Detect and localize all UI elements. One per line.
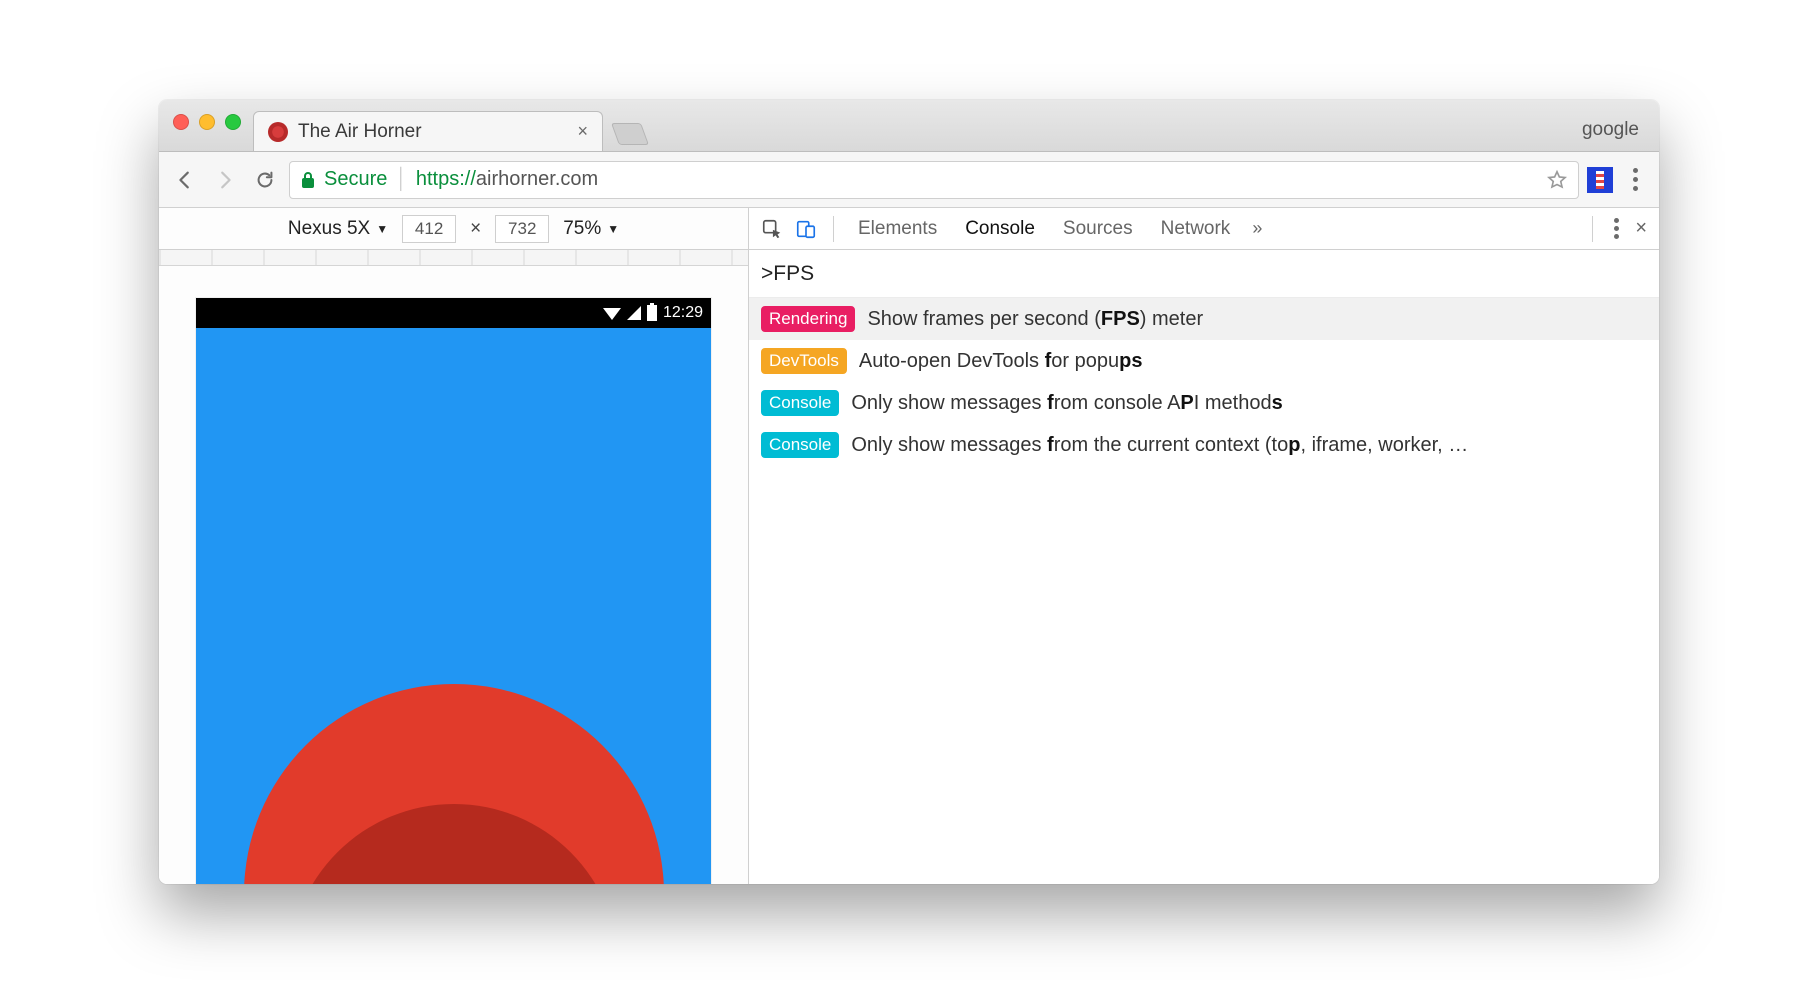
- maximize-window-button[interactable]: [225, 114, 241, 130]
- reload-button[interactable]: [249, 164, 281, 196]
- command-label: Auto-open DevTools for popups: [859, 350, 1647, 373]
- devtools-tabbar: Elements Console Sources Network » ×: [749, 208, 1659, 250]
- command-menu-input[interactable]: >FPS: [749, 250, 1659, 298]
- command-result[interactable]: DevTools Auto-open DevTools for popups: [749, 340, 1659, 382]
- divider: [1592, 216, 1593, 242]
- chevron-down-icon: ▼: [607, 222, 619, 236]
- bookmark-star-icon[interactable]: [1546, 169, 1568, 191]
- viewport-area: 12:29: [159, 266, 748, 884]
- toolbar: Secure │ https://airhorner.com: [159, 152, 1659, 208]
- device-pane: Nexus 5X ▼ × 75% ▼ 12:29: [159, 208, 749, 884]
- device-select[interactable]: Nexus 5X ▼: [288, 218, 388, 240]
- devtools-menu-button[interactable]: [1605, 218, 1627, 239]
- battery-icon: [647, 305, 657, 321]
- wifi-icon: [603, 308, 621, 320]
- divider: [833, 216, 834, 242]
- dimension-x: ×: [470, 218, 481, 240]
- category-badge: Console: [761, 390, 839, 416]
- browser-window: The Air Horner × google Secure │ https:/…: [159, 100, 1659, 884]
- new-tab-button[interactable]: [611, 123, 649, 145]
- secure-label: Secure: [324, 168, 387, 191]
- content-area: Nexus 5X ▼ × 75% ▼ 12:29: [159, 208, 1659, 884]
- category-badge: Rendering: [761, 306, 855, 332]
- cellular-icon: [627, 306, 641, 320]
- android-statusbar: 12:29: [196, 298, 711, 328]
- window-controls: [173, 114, 241, 130]
- close-window-button[interactable]: [173, 114, 189, 130]
- address-bar[interactable]: Secure │ https://airhorner.com: [289, 161, 1579, 199]
- url-text: https://airhorner.com: [416, 168, 598, 191]
- ruler: [159, 250, 748, 266]
- tab-close-icon[interactable]: ×: [577, 121, 588, 142]
- device-toolbar: Nexus 5X ▼ × 75% ▼: [159, 208, 748, 250]
- browser-menu-button[interactable]: [1621, 168, 1649, 191]
- lighthouse-extension-icon[interactable]: [1587, 167, 1613, 193]
- command-result[interactable]: Console Only show messages from the curr…: [749, 424, 1659, 466]
- more-tabs-icon[interactable]: »: [1246, 218, 1268, 239]
- tab-console[interactable]: Console: [953, 218, 1047, 240]
- command-label: Show frames per second (FPS) meter: [867, 308, 1647, 331]
- tab-elements[interactable]: Elements: [846, 218, 949, 240]
- category-badge: Console: [761, 432, 839, 458]
- back-button[interactable]: [169, 164, 201, 196]
- zoom-select[interactable]: 75% ▼: [563, 218, 619, 240]
- command-label: Only show messages from the current cont…: [851, 434, 1647, 457]
- devtools-pane: Elements Console Sources Network » × >FP…: [749, 208, 1659, 884]
- favicon-icon: [268, 122, 288, 142]
- height-input[interactable]: [495, 215, 549, 243]
- command-menu-results: Rendering Show frames per second (FPS) m…: [749, 298, 1659, 884]
- lock-icon: [300, 171, 316, 189]
- profile-label[interactable]: google: [1582, 119, 1639, 141]
- width-input[interactable]: [402, 215, 456, 243]
- clock-label: 12:29: [663, 304, 703, 322]
- minimize-window-button[interactable]: [199, 114, 215, 130]
- device-name: Nexus 5X: [288, 218, 370, 240]
- forward-button[interactable]: [209, 164, 241, 196]
- command-result[interactable]: Rendering Show frames per second (FPS) m…: [749, 298, 1659, 340]
- category-badge: DevTools: [761, 348, 847, 374]
- tab-network[interactable]: Network: [1149, 218, 1243, 240]
- toggle-device-icon[interactable]: [791, 214, 821, 244]
- command-menu-text: >FPS: [761, 262, 814, 286]
- command-label: Only show messages from console API meth…: [851, 392, 1647, 415]
- separator: │: [395, 168, 408, 191]
- inspect-element-icon[interactable]: [757, 214, 787, 244]
- titlebar: The Air Horner × google: [159, 100, 1659, 152]
- chevron-down-icon: ▼: [376, 222, 388, 236]
- tab-sources[interactable]: Sources: [1051, 218, 1145, 240]
- devtools-close-icon[interactable]: ×: [1631, 217, 1651, 240]
- zoom-value: 75%: [563, 218, 601, 240]
- command-result[interactable]: Console Only show messages from console …: [749, 382, 1659, 424]
- emulated-device-screen[interactable]: 12:29: [196, 298, 711, 884]
- browser-tab[interactable]: The Air Horner ×: [253, 111, 603, 151]
- tab-title: The Air Horner: [298, 121, 567, 143]
